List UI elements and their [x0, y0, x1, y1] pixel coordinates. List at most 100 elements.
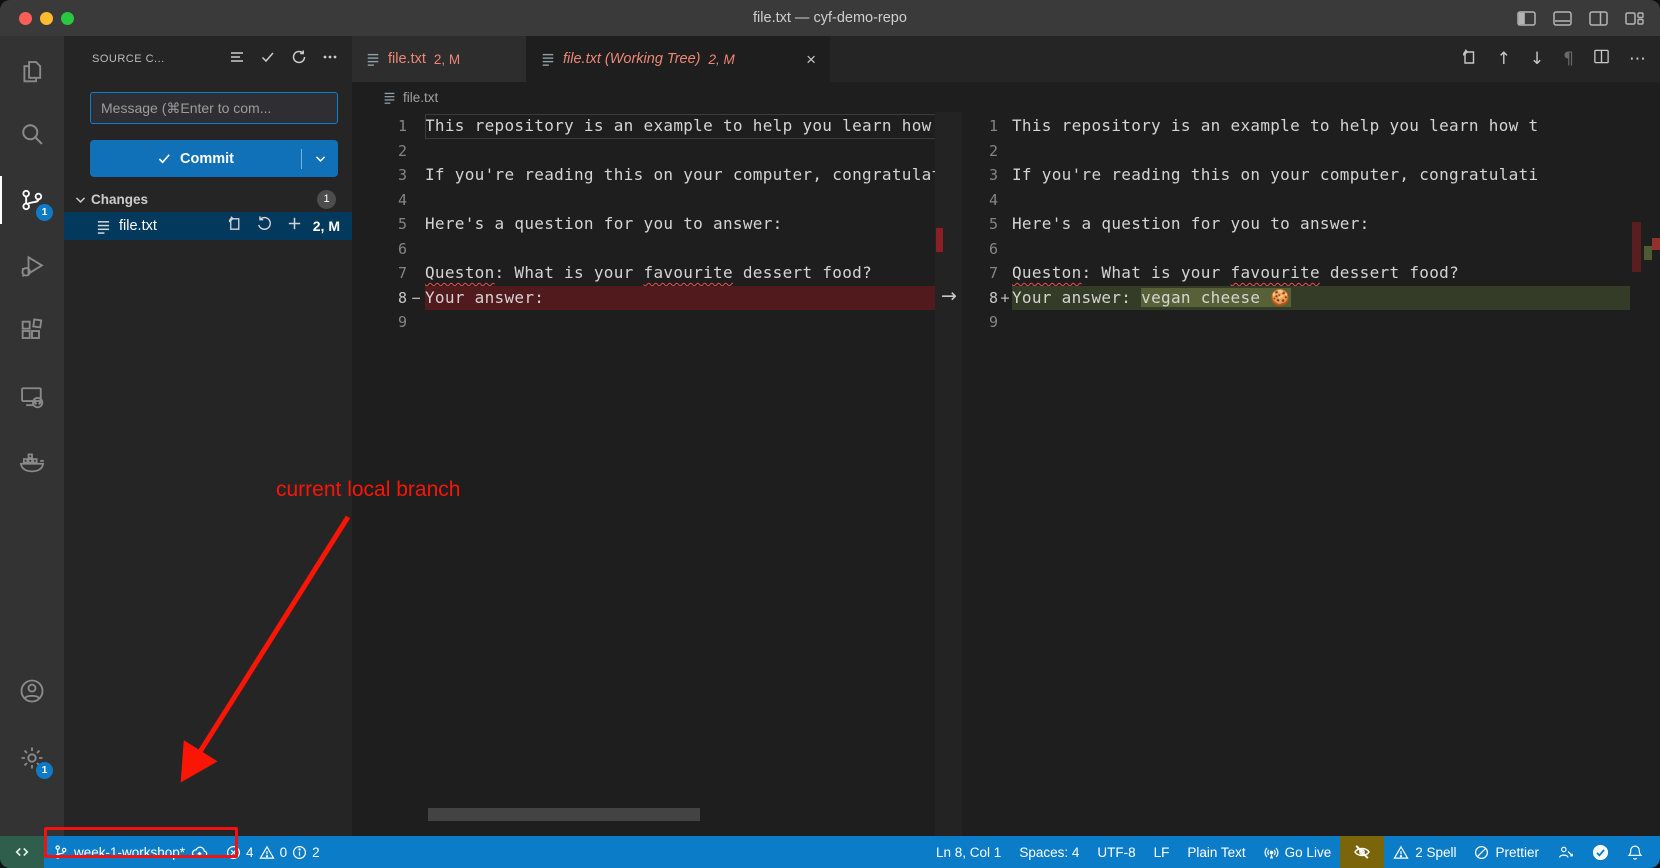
annotation-label: current local branch: [276, 478, 460, 502]
changes-count-badge: 1: [317, 190, 336, 209]
code-line[interactable]: 4: [352, 188, 935, 213]
scm-changes-badge: 1: [36, 204, 53, 221]
spell-watch-toggle[interactable]: [1340, 836, 1384, 868]
code-line[interactable]: 7Queston: What is your favourite dessert…: [352, 261, 935, 286]
publish-cloud-icon: [191, 845, 208, 859]
language-mode-item[interactable]: Plain Text: [1178, 836, 1254, 868]
open-file-icon[interactable]: [226, 215, 243, 237]
view-and-sort-icon[interactable]: [229, 49, 245, 70]
code-line[interactable]: 2: [962, 139, 1630, 164]
render-whitespace-icon[interactable]: ¶: [1563, 49, 1574, 69]
changed-file-name: file.txt: [119, 218, 157, 234]
revert-diff-arrow-icon[interactable]: →: [936, 284, 962, 309]
problems-status-item[interactable]: 4 0 2: [217, 836, 329, 868]
code-line[interactable]: 3If you're reading this on your computer…: [962, 163, 1630, 188]
branch-status-item[interactable]: week-1-workshop*: [44, 836, 217, 868]
code-line[interactable]: 4: [962, 188, 1630, 213]
diff-editor[interactable]: 1This repository is an example to help y…: [352, 112, 1660, 836]
code-line[interactable]: 9: [352, 310, 935, 335]
horizontal-scrollbar[interactable]: [428, 808, 700, 821]
tab-file-txt[interactable]: file.txt 2, M: [352, 36, 527, 82]
warnings-icon: [259, 845, 275, 860]
status-bar: week-1-workshop* 4 0 2 Ln 8, Col 1 Space…: [0, 836, 1660, 868]
code-line[interactable]: 5Here's a question for you to answer:: [352, 212, 935, 237]
text-file-icon: [96, 219, 111, 234]
more-actions-icon[interactable]: ⋯: [1629, 49, 1646, 69]
open-changes-icon[interactable]: [1460, 48, 1478, 71]
commit-message-input[interactable]: [90, 92, 338, 124]
spell-checker-item[interactable]: 2 Spell: [1384, 836, 1465, 868]
minimize-window-button[interactable]: [40, 12, 53, 25]
text-file-icon: [366, 52, 380, 66]
eol-item[interactable]: LF: [1145, 836, 1179, 868]
code-line[interactable]: 6: [352, 237, 935, 262]
source-control-icon[interactable]: 1: [16, 184, 48, 216]
diff-region-marker: [1632, 222, 1641, 272]
code-line[interactable]: 5Here's a question for you to answer:: [962, 212, 1630, 237]
traffic-lights: [0, 12, 74, 25]
split-editor-icon[interactable]: [1593, 48, 1610, 70]
code-line[interactable]: 1This repository is an example to help y…: [962, 114, 1630, 139]
warnings-count: 0: [280, 845, 288, 860]
explorer-icon[interactable]: [16, 56, 48, 88]
breadcrumb[interactable]: file.txt: [352, 82, 1660, 112]
remote-explorer-icon[interactable]: [16, 381, 48, 413]
discard-changes-icon[interactable]: [256, 215, 273, 237]
code-line[interactable]: 1This repository is an example to help y…: [352, 114, 935, 139]
code-line[interactable]: 7Queston: What is your favourite dessert…: [962, 261, 1630, 286]
settings-gear-icon[interactable]: 1: [16, 742, 48, 774]
docker-icon[interactable]: [16, 446, 48, 478]
prettier-item[interactable]: Prettier: [1465, 836, 1548, 868]
commit-dropdown-button[interactable]: [302, 152, 338, 165]
next-change-icon[interactable]: ↓: [1530, 49, 1544, 69]
editor-sash[interactable]: [935, 112, 962, 836]
tab-file-txt-working-tree[interactable]: file.txt (Working Tree) 2, M ×: [527, 36, 830, 82]
stage-changes-icon[interactable]: [286, 215, 303, 237]
active-view-indicator: [0, 176, 2, 224]
toggle-primary-sidebar-icon[interactable]: [1517, 11, 1536, 26]
vscode-window: file.txt — cyf-demo-repo 1: [0, 0, 1660, 868]
go-live-item[interactable]: Go Live: [1255, 836, 1341, 868]
cursor-position-item[interactable]: Ln 8, Col 1: [927, 836, 1010, 868]
code-line[interactable]: 3If you're reading this on your computer…: [352, 163, 935, 188]
changes-section-header[interactable]: Changes 1: [64, 186, 352, 212]
warning-triangle-icon: [1393, 845, 1409, 860]
commit-button[interactable]: Commit: [90, 140, 338, 177]
commit-check-icon[interactable]: [260, 49, 276, 70]
extensions-icon[interactable]: [16, 315, 48, 347]
encoding-item[interactable]: UTF-8: [1088, 836, 1144, 868]
indentation-item[interactable]: Spaces: 4: [1010, 836, 1088, 868]
added-code-line[interactable]: 8+Your answer: vegan cheese 🍪: [962, 286, 1630, 311]
diff-modified-pane[interactable]: 1This repository is an example to help y…: [962, 112, 1630, 836]
code-line[interactable]: 2: [352, 139, 935, 164]
check-status-icon[interactable]: [1583, 836, 1618, 868]
close-tab-icon[interactable]: ×: [806, 51, 816, 68]
more-actions-icon[interactable]: [322, 49, 338, 70]
customize-layout-icon[interactable]: [1625, 11, 1644, 26]
notifications-bell-icon[interactable]: [1618, 836, 1652, 868]
diff-original-pane[interactable]: 1This repository is an example to help y…: [352, 112, 935, 836]
changed-file-row[interactable]: file.txt 2, M: [64, 212, 352, 240]
breadcrumb-file: file.txt: [403, 90, 438, 105]
infos-count: 2: [312, 845, 320, 860]
editor-actions: ↑ ↓ ¶ ⋯: [1460, 36, 1646, 82]
tab-status: 2, M: [709, 52, 735, 67]
close-window-button[interactable]: [19, 12, 32, 25]
toggle-panel-icon[interactable]: [1553, 11, 1572, 26]
accounts-icon[interactable]: [16, 675, 48, 707]
code-line[interactable]: 6: [962, 237, 1630, 262]
refresh-icon[interactable]: [291, 49, 307, 70]
settings-badge: 1: [36, 762, 53, 779]
errors-count: 4: [246, 845, 254, 860]
run-debug-icon[interactable]: [16, 250, 48, 282]
branch-name: week-1-workshop*: [74, 845, 185, 860]
toggle-secondary-sidebar-icon[interactable]: [1589, 11, 1608, 26]
remote-indicator[interactable]: [0, 836, 44, 868]
deleted-code-line[interactable]: 8−Your answer:: [352, 286, 935, 311]
search-icon[interactable]: [16, 118, 48, 150]
maximize-window-button[interactable]: [61, 12, 74, 25]
feedback-person-icon[interactable]: [1548, 836, 1583, 868]
chevron-down-icon: [74, 193, 87, 206]
code-line[interactable]: 9: [962, 310, 1630, 335]
previous-change-icon[interactable]: ↑: [1497, 49, 1511, 69]
